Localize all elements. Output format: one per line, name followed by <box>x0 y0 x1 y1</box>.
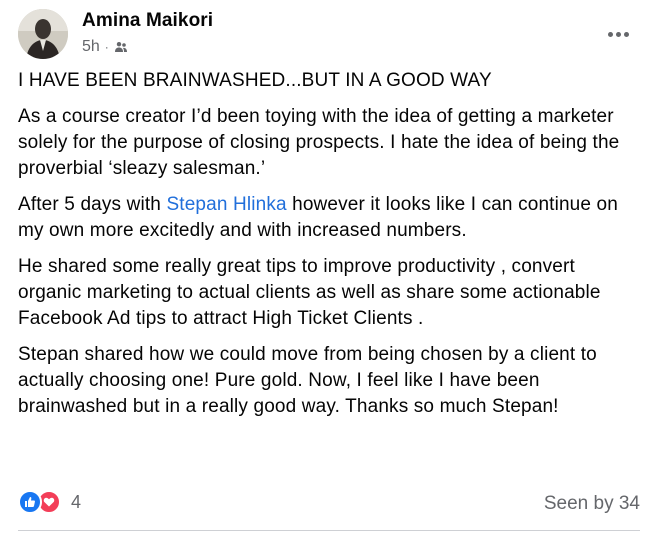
post-title: I HAVE BEEN BRAINWASHED...BUT IN A GOOD … <box>18 70 492 91</box>
mention-link[interactable]: Stepan Hlinka <box>166 194 286 215</box>
post-time[interactable]: 5h <box>82 38 100 56</box>
post-paragraph-1: As a course creator I’d been toying with… <box>18 106 620 179</box>
footer-divider <box>18 530 640 531</box>
post-meta: 5h · <box>82 38 128 56</box>
more-options-button[interactable] <box>606 24 630 44</box>
reaction-count[interactable]: 4 <box>71 492 81 513</box>
author-name[interactable]: Amina Maikori <box>82 10 213 32</box>
paragraph-2-before: After 5 days with <box>18 194 167 215</box>
seen-by-count[interactable]: Seen by 34 <box>544 493 640 515</box>
post-paragraph-4: Stepan shared how we could move from bei… <box>18 344 597 417</box>
post-body: I HAVE BEEN BRAINWASHED...BUT IN A GOOD … <box>18 68 642 430</box>
author-avatar[interactable] <box>18 9 68 59</box>
like-icon <box>18 490 42 514</box>
post-card: Amina Maikori 5h · I HAVE BEEN BRAINWASH… <box>0 0 658 534</box>
avatar-photo <box>18 9 68 59</box>
post-paragraph-2: After 5 days with Stepan Hlinka however … <box>18 192 642 244</box>
reactions-summary[interactable]: 4 <box>18 490 81 514</box>
meta-separator: · <box>104 40 109 54</box>
friends-icon[interactable] <box>114 40 128 54</box>
post-paragraph-3: He shared some really great tips to impr… <box>18 256 601 329</box>
ellipsis-icon <box>607 31 613 37</box>
